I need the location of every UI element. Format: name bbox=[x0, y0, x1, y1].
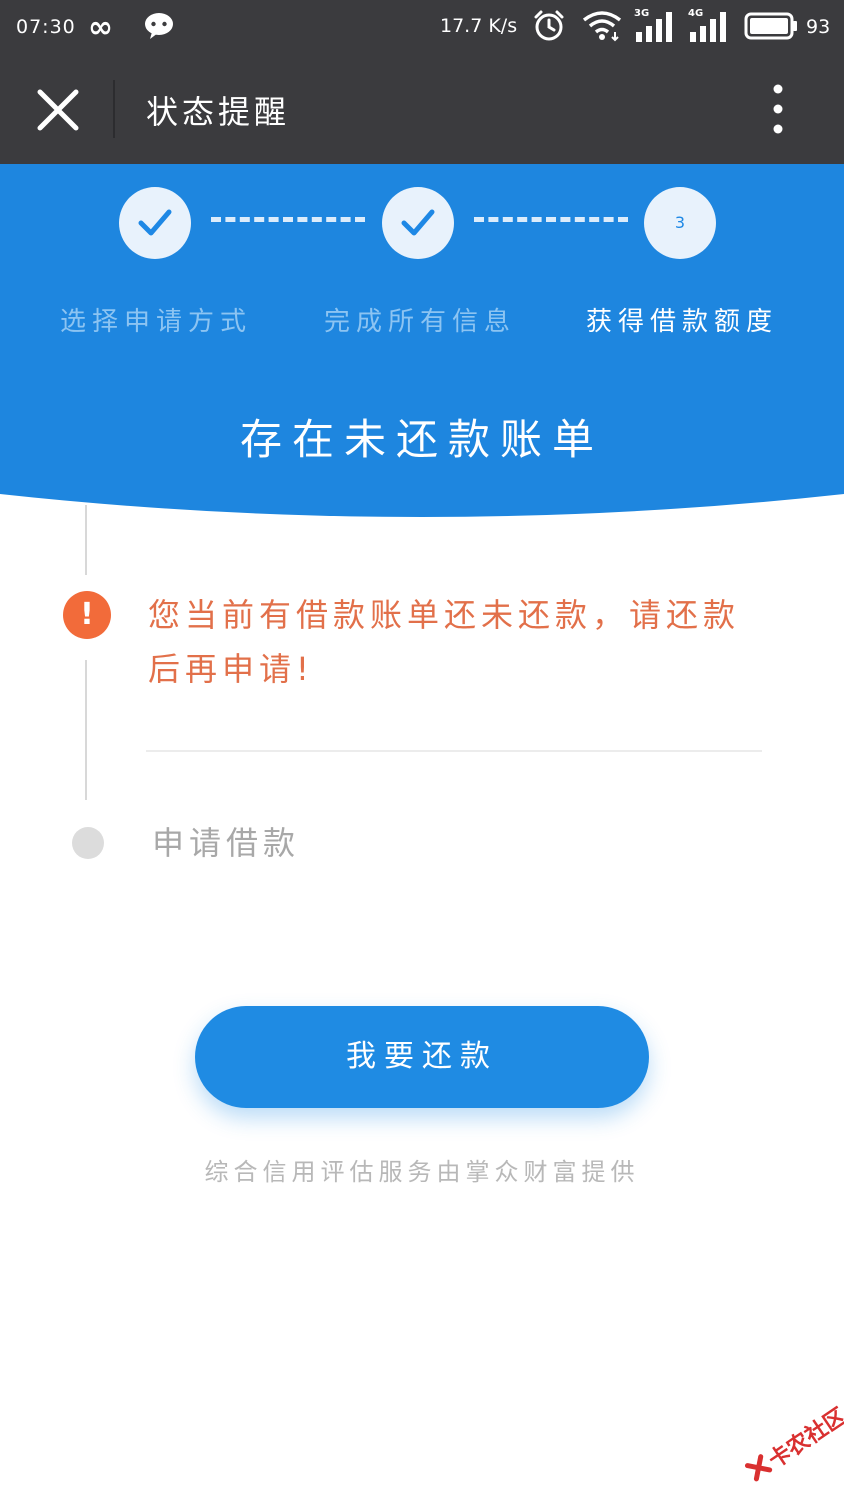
more-vertical-icon[interactable] bbox=[760, 80, 796, 140]
repay-button[interactable]: 我要还款 bbox=[195, 1006, 649, 1108]
step-label-1: 选择申请方式 bbox=[60, 307, 253, 337]
title-divider bbox=[113, 80, 115, 138]
alert-message: 您当前有借款账单还未还款，请还款后再申请! bbox=[148, 596, 741, 688]
step-3-number: 3 bbox=[674, 213, 686, 232]
step-1-circle bbox=[119, 187, 191, 259]
status-bar: 07:30 ∞ 17.7 K/s 3G 4G 93 bbox=[0, 0, 844, 56]
signal-3g-icon: 3G bbox=[634, 8, 676, 42]
step-connector-1 bbox=[211, 217, 365, 222]
more-options-button[interactable] bbox=[760, 80, 796, 140]
net-speed-text: 17.7 K/s bbox=[440, 15, 518, 37]
check-icon bbox=[401, 209, 435, 236]
wifi-icon bbox=[582, 11, 622, 42]
close-icon[interactable] bbox=[30, 82, 86, 138]
alert-icon: ! bbox=[63, 591, 111, 639]
step-label-2: 完成所有信息 bbox=[324, 307, 517, 337]
pending-step-dot bbox=[72, 827, 104, 859]
content-divider bbox=[146, 750, 762, 752]
step-connector-2 bbox=[474, 217, 628, 222]
page-title: 状态提醒 bbox=[146, 93, 291, 131]
alarm-icon bbox=[534, 10, 564, 41]
timeline-line-top bbox=[85, 505, 87, 575]
watermark: 卡农社区 bbox=[731, 1388, 844, 1499]
pending-step-label: 申请借款 bbox=[152, 824, 301, 862]
signal-4g-icon: 4G bbox=[688, 8, 730, 42]
battery-icon bbox=[744, 12, 797, 40]
status-time: 07:30 bbox=[16, 16, 76, 38]
wechat-icon bbox=[145, 13, 173, 39]
timeline-line-middle bbox=[85, 660, 87, 800]
watermark-text: 卡农社区 bbox=[764, 1403, 844, 1474]
step-label-3: 获得借款额度 bbox=[586, 307, 779, 337]
signal-4g-tag: 4G bbox=[688, 8, 704, 19]
check-icon bbox=[138, 209, 172, 236]
infinity-icon: ∞ bbox=[88, 10, 113, 45]
step-2-circle bbox=[382, 187, 454, 259]
provider-note: 综合信用评估服务由掌众财富提供 bbox=[204, 1158, 640, 1186]
battery-level-text: 93 bbox=[806, 16, 831, 38]
progress-header: 3 选择申请方式 完成所有信息 获得借款额度 存在未还款账单 bbox=[0, 164, 844, 524]
signal-3g-tag: 3G bbox=[634, 8, 650, 19]
step-3-circle: 3 bbox=[644, 187, 716, 259]
status-heading: 存在未还款账单 bbox=[239, 415, 604, 464]
close-button[interactable] bbox=[30, 82, 86, 138]
title-bar: 状态提醒 bbox=[0, 56, 844, 164]
